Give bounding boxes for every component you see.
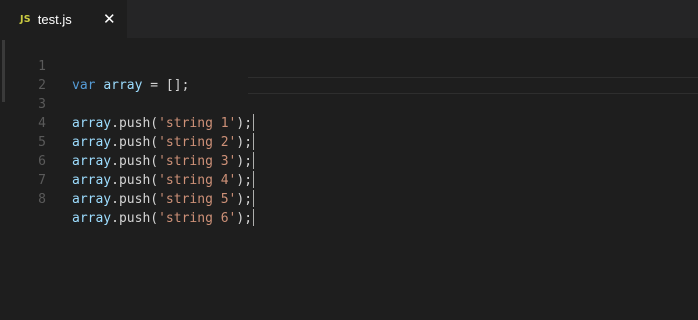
- line-code: array.push('string 6');: [72, 209, 255, 228]
- code-line: 6 array.push('string 4');: [0, 133, 698, 188]
- code-editor[interactable]: 1 var array = []; 2 3 array.push('string…: [0, 38, 698, 320]
- identifier-token: array: [72, 192, 112, 207]
- code-line: 1 var array = [];: [0, 38, 698, 93]
- line-code: array.push('string 5');: [72, 190, 255, 209]
- text-cursor: [253, 190, 255, 207]
- punctuation-token: );: [236, 192, 253, 207]
- punctuation-token: );: [236, 211, 253, 226]
- code-line: 5 array.push('string 3');: [0, 114, 698, 169]
- code-line: 4 array.push('string 2');: [0, 95, 698, 150]
- code-line: 7 array.push('string 5');: [0, 152, 698, 207]
- tab-bar: JS test.js ✕: [0, 0, 698, 38]
- code-line: 3 array.push('string 1');: [0, 76, 698, 131]
- tab-test-js[interactable]: JS test.js ✕: [0, 0, 127, 38]
- text-cursor: [253, 209, 255, 226]
- line-number: 8: [38, 192, 46, 207]
- method-token: .push(: [111, 211, 159, 226]
- string-token: 'string 5': [158, 192, 237, 207]
- tab-label: test.js: [37, 11, 72, 27]
- string-token: 'string 6': [158, 211, 237, 226]
- code-line: 2: [0, 57, 698, 93]
- javascript-file-icon: JS: [20, 13, 31, 25]
- close-icon[interactable]: ✕: [103, 10, 116, 28]
- method-token: .push(: [111, 192, 159, 207]
- identifier-token: array: [72, 211, 112, 226]
- code-line: 8 array.push('string 6');: [0, 171, 698, 226]
